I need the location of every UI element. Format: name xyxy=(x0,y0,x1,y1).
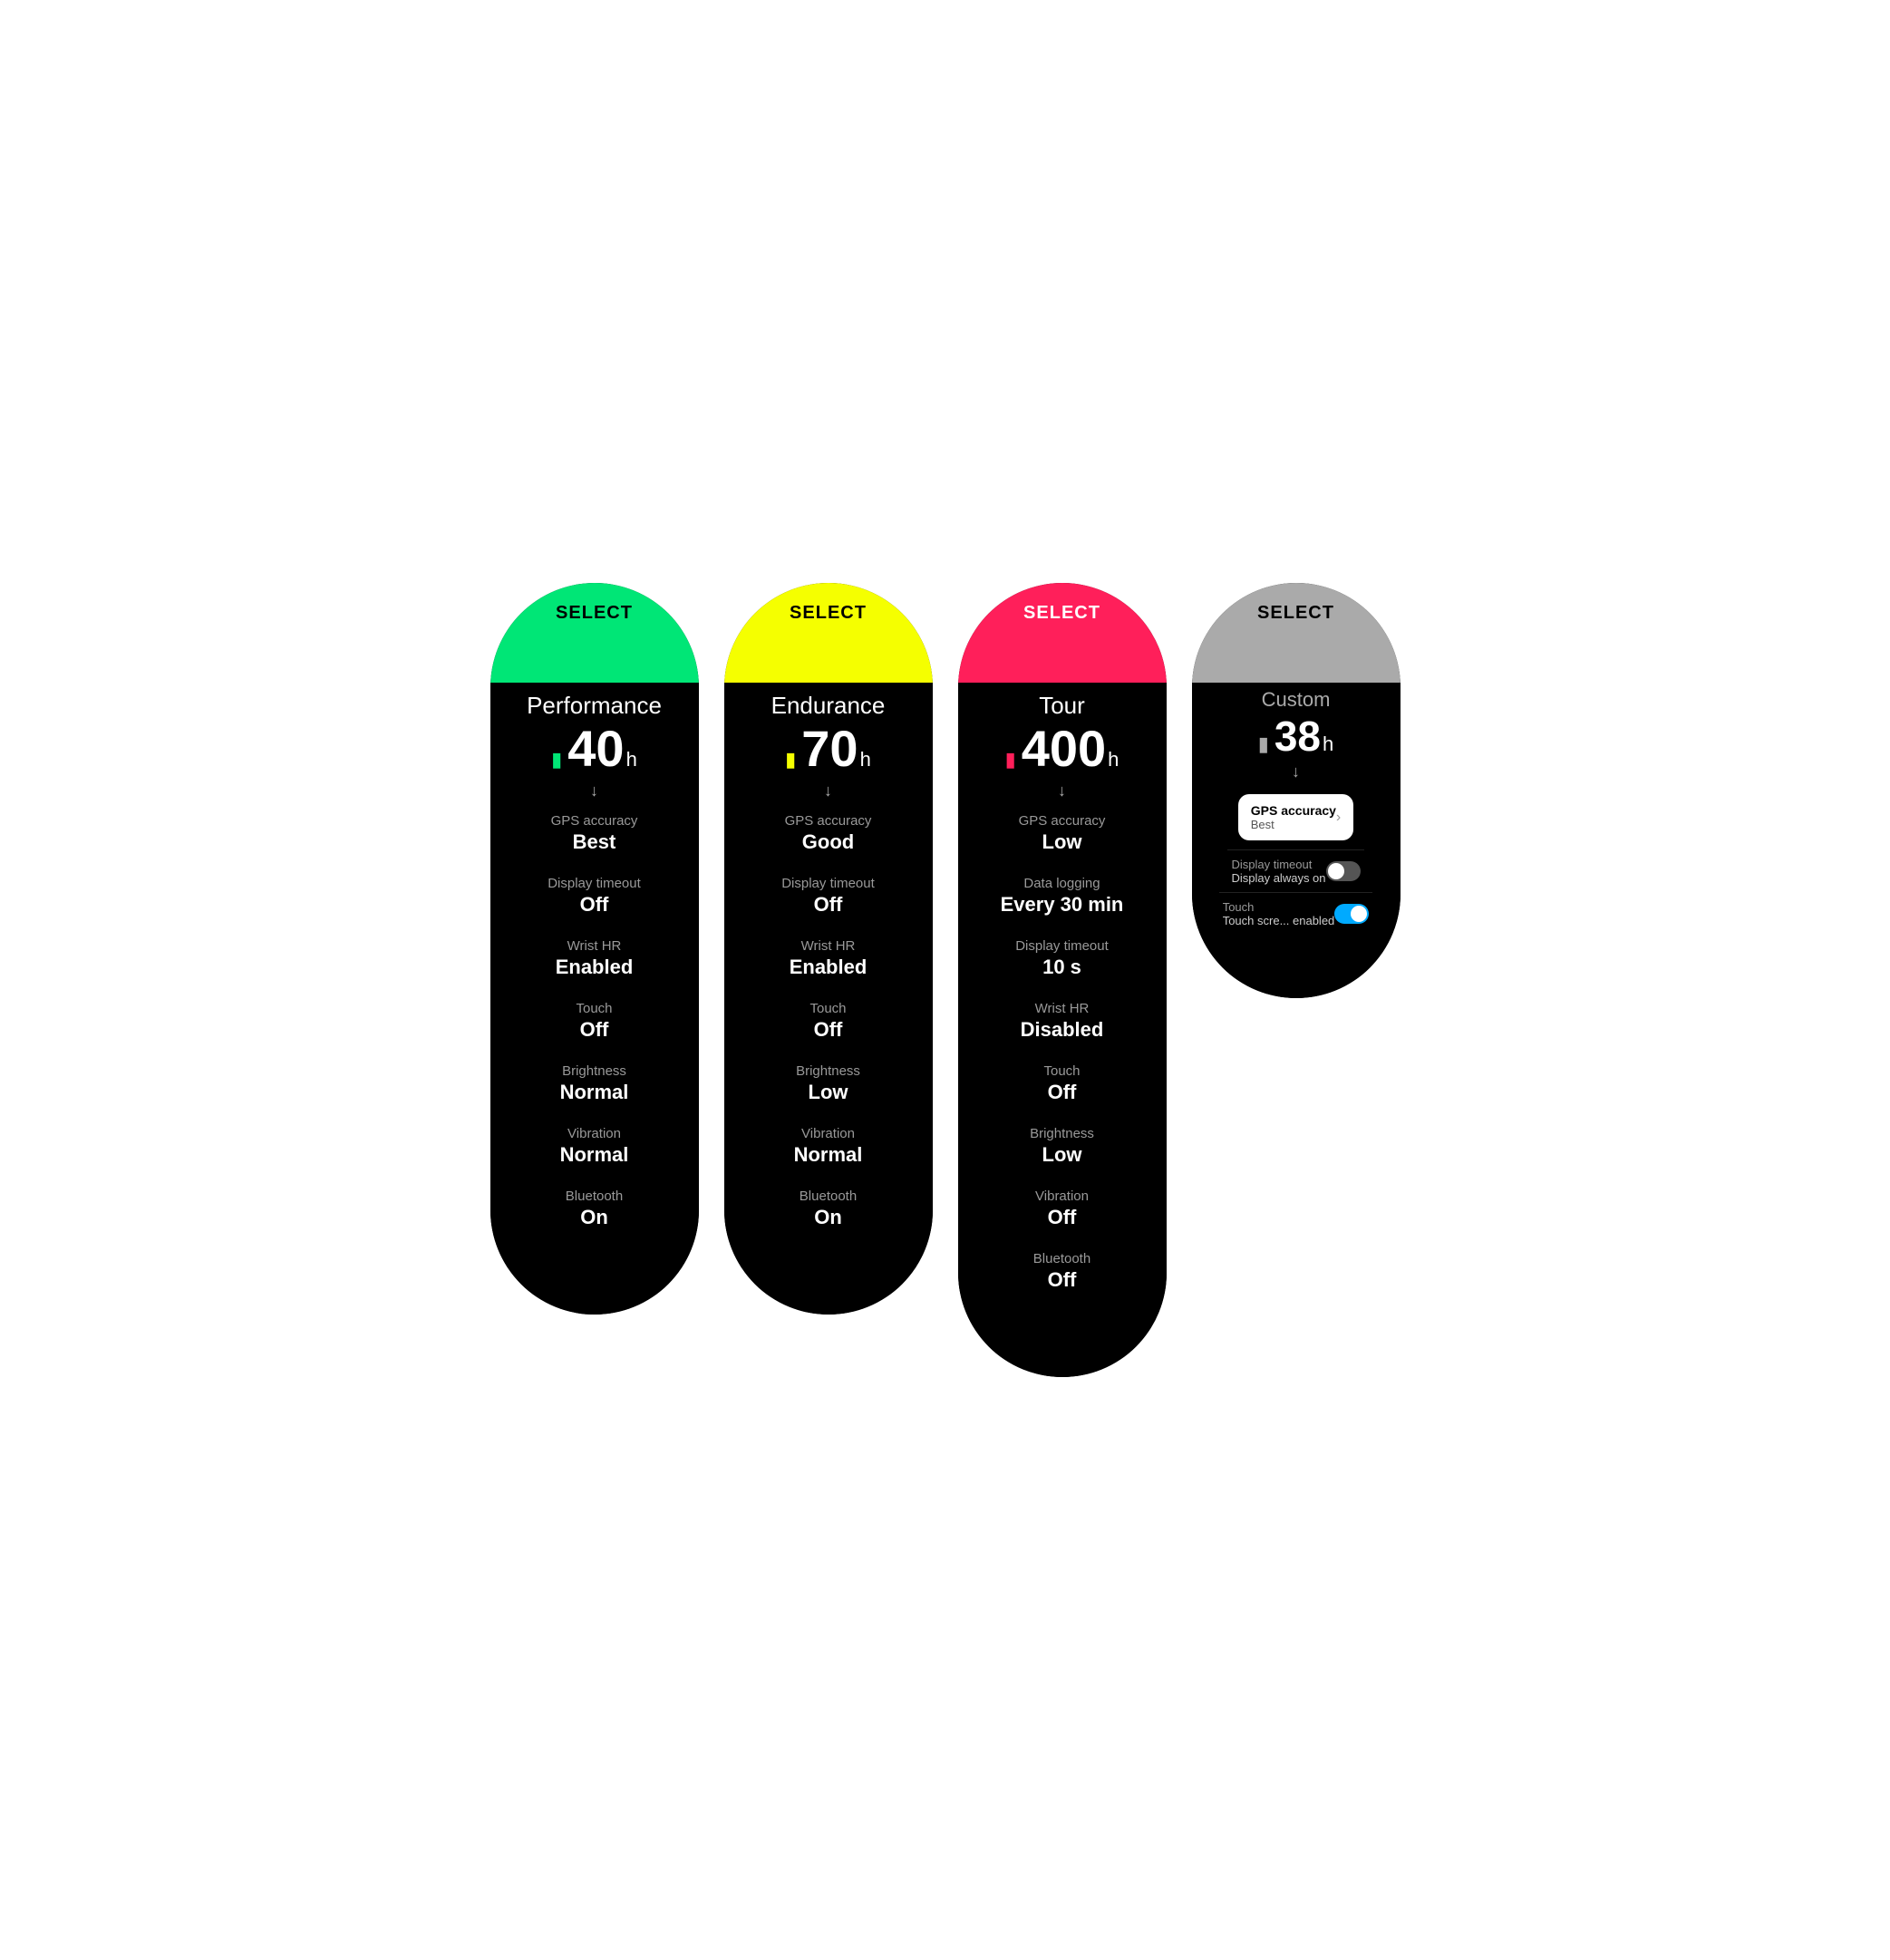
setting-wristhr-performance: Wrist HR Enabled xyxy=(509,938,681,979)
select-label-tour[interactable]: SELECT xyxy=(1023,603,1100,624)
setting-display-tour: Display timeout 10 s xyxy=(976,938,1149,979)
display-timeout-toggle[interactable] xyxy=(1326,861,1361,881)
battery-unit-endurance: h xyxy=(860,748,871,771)
battery-icon-endurance: ▮ xyxy=(785,748,796,771)
battery-row-endurance: ▮ 70 h xyxy=(785,723,871,774)
panel-performance[interactable]: SELECT › Performance ▮ 40 h ↓ GPS accura… xyxy=(490,583,699,1315)
setting-touch-performance: Touch Off xyxy=(509,1001,681,1042)
gps-title: GPS accuracy xyxy=(1251,803,1336,818)
top-cap-tour: SELECT › xyxy=(958,583,1167,683)
battery-icon-tour: ▮ xyxy=(1005,748,1016,771)
select-label-endurance[interactable]: SELECT xyxy=(790,603,867,624)
down-arrow-custom: ↓ xyxy=(1292,762,1300,781)
mode-title-performance: Performance xyxy=(527,692,662,720)
panels-container: SELECT › Performance ▮ 40 h ↓ GPS accura… xyxy=(490,583,1401,1377)
display-timeout-row[interactable]: Display timeout Display always on xyxy=(1227,849,1363,892)
mode-title-tour: Tour xyxy=(1039,692,1085,720)
mode-title-custom: Custom xyxy=(1262,688,1331,712)
mode-title-endurance: Endurance xyxy=(771,692,886,720)
battery-row-custom: ▮ 38 h xyxy=(1258,715,1334,757)
top-cap-endurance: SELECT › xyxy=(724,583,933,683)
battery-icon-performance: ▮ xyxy=(551,748,562,771)
panel-custom[interactable]: SELECT › Custom ▮ 38 h ↓ GPS accuracy Be… xyxy=(1192,583,1401,998)
down-arrow-tour: ↓ xyxy=(1058,781,1066,800)
top-cap-performance: SELECT › xyxy=(490,583,699,683)
battery-hours-tour: 400 xyxy=(1022,723,1106,774)
arrow-icon-endurance: › xyxy=(907,603,912,619)
setting-gps-tour: GPS accuracy Low xyxy=(976,813,1149,854)
battery-hours-endurance: 70 xyxy=(801,723,858,774)
setting-wristhr-tour: Wrist HR Disabled xyxy=(976,1001,1149,1042)
gps-accuracy-row[interactable]: GPS accuracy Best › xyxy=(1238,794,1354,840)
battery-row-tour: ▮ 400 h xyxy=(1005,723,1119,774)
setting-touch-endurance: Touch Off xyxy=(742,1001,915,1042)
arrow-icon-performance: › xyxy=(674,603,678,619)
battery-row-performance: ▮ 40 h xyxy=(551,723,637,774)
panel-endurance[interactable]: SELECT › Endurance ▮ 70 h ↓ GPS accuracy… xyxy=(724,583,933,1315)
select-label-custom[interactable]: SELECT xyxy=(1257,603,1334,624)
gps-value: Best xyxy=(1251,818,1336,831)
panel-tour[interactable]: SELECT › Tour ▮ 400 h ↓ GPS accuracy Low… xyxy=(958,583,1167,1377)
touch-row[interactable]: Touch Touch scre... enabled xyxy=(1219,892,1373,935)
setting-brightness-endurance: Brightness Low xyxy=(742,1063,915,1104)
chevron-right-icon: › xyxy=(1336,810,1341,826)
setting-vibration-performance: Vibration Normal xyxy=(509,1126,681,1167)
setting-display-endurance: Display timeout Off xyxy=(742,876,915,917)
setting-brightness-performance: Brightness Normal xyxy=(509,1063,681,1104)
arrow-icon-custom: › xyxy=(1375,603,1380,619)
setting-gps-endurance: GPS accuracy Good xyxy=(742,813,915,854)
setting-vibration-endurance: Vibration Normal xyxy=(742,1126,915,1167)
setting-gps-performance: GPS accuracy Best xyxy=(509,813,681,854)
touch-text: Touch Touch scre... enabled xyxy=(1223,900,1335,927)
setting-brightness-tour: Brightness Low xyxy=(976,1126,1149,1167)
setting-datalogging-tour: Data logging Every 30 min xyxy=(976,876,1149,917)
top-cap-custom: SELECT › xyxy=(1192,583,1401,683)
battery-unit-tour: h xyxy=(1108,748,1119,771)
gps-label-group: GPS accuracy Best xyxy=(1251,803,1336,831)
panel-body-performance: Performance ▮ 40 h ↓ GPS accuracy Best D… xyxy=(490,683,699,1315)
battery-unit-custom: h xyxy=(1323,733,1333,756)
setting-bluetooth-tour: Bluetooth Off xyxy=(976,1251,1149,1292)
setting-bluetooth-performance: Bluetooth On xyxy=(509,1189,681,1229)
battery-hours-performance: 40 xyxy=(567,723,624,774)
setting-touch-tour: Touch Off xyxy=(976,1063,1149,1104)
setting-bluetooth-endurance: Bluetooth On xyxy=(742,1189,915,1229)
display-timeout-text: Display timeout Display always on xyxy=(1231,858,1325,885)
down-arrow-endurance: ↓ xyxy=(824,781,832,800)
setting-vibration-tour: Vibration Off xyxy=(976,1189,1149,1229)
touch-toggle[interactable] xyxy=(1334,904,1369,924)
arrow-icon-tour: › xyxy=(1141,603,1146,619)
battery-hours-custom: 38 xyxy=(1275,715,1321,757)
setting-display-performance: Display timeout Off xyxy=(509,876,681,917)
select-label-performance[interactable]: SELECT xyxy=(556,603,633,624)
battery-unit-performance: h xyxy=(626,748,637,771)
down-arrow-performance: ↓ xyxy=(590,781,598,800)
panel-body-endurance: Endurance ▮ 70 h ↓ GPS accuracy Good Dis… xyxy=(724,683,933,1315)
setting-wristhr-endurance: Wrist HR Enabled xyxy=(742,938,915,979)
panel-body-custom: Custom ▮ 38 h ↓ GPS accuracy Best › Disp… xyxy=(1192,683,1401,998)
panel-body-tour: Tour ▮ 400 h ↓ GPS accuracy Low Data log… xyxy=(958,683,1167,1377)
battery-icon-custom: ▮ xyxy=(1258,733,1269,756)
